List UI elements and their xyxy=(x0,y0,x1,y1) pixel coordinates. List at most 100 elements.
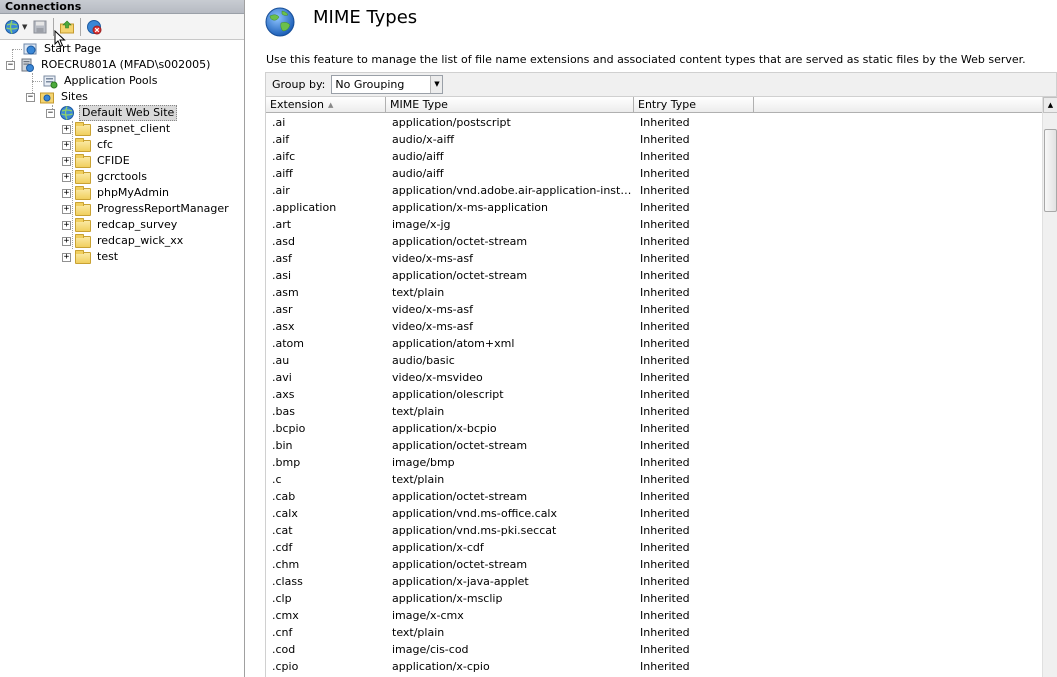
collapse-icon[interactable]: − xyxy=(26,92,35,102)
collapse-icon[interactable]: − xyxy=(46,108,55,118)
cell-extension: .avi xyxy=(272,371,292,384)
folder-icon xyxy=(75,186,91,200)
chevron-down-icon[interactable]: ▼ xyxy=(430,76,443,93)
cell-entry-type: Inherited xyxy=(640,133,690,146)
table-row[interactable]: .axs application/olescript Inherited xyxy=(266,386,1042,403)
table-row[interactable]: .cod image/cis-cod Inherited xyxy=(266,641,1042,658)
table-row[interactable]: .chm application/octet-stream Inherited xyxy=(266,556,1042,573)
cell-extension: .cmx xyxy=(272,609,299,622)
cell-extension: .cdf xyxy=(272,541,293,554)
tree-item-folder[interactable]: + ProgressReportManager xyxy=(62,201,231,217)
tree-item-folder[interactable]: + gcrctools xyxy=(62,169,149,185)
vertical-scrollbar[interactable]: ▲ xyxy=(1042,97,1057,677)
tree-item-folder[interactable]: + phpMyAdmin xyxy=(62,185,171,201)
table-row[interactable]: .class application/x-java-applet Inherited xyxy=(266,573,1042,590)
table-row[interactable]: .bmp image/bmp Inherited xyxy=(266,454,1042,471)
table-row[interactable]: .cat application/vnd.ms-pki.seccat Inherit… xyxy=(266,522,1042,539)
cell-extension: .art xyxy=(272,218,292,231)
disconnect-icon[interactable] xyxy=(84,17,104,37)
grid-header: Extension ▲ MIME Type Entry Type xyxy=(266,97,1042,113)
expand-icon[interactable]: + xyxy=(62,156,71,166)
table-row[interactable]: .aifc audio/aiff Inherited xyxy=(266,148,1042,165)
cell-entry-type: Inherited xyxy=(640,643,690,656)
table-row[interactable]: .asi application/octet-stream Inherited xyxy=(266,267,1042,284)
tree-item-server[interactable]: − ROECRU801A (MFAD\s002005) xyxy=(6,57,212,73)
table-row[interactable]: .cnf text/plain Inherited xyxy=(266,624,1042,641)
table-row[interactable]: .calx application/vnd.ms-office.calx Inher… xyxy=(266,505,1042,522)
save-icon[interactable] xyxy=(30,17,50,37)
table-row[interactable]: .ai application/postscript Inherited xyxy=(266,114,1042,131)
tree-item-folder[interactable]: + test xyxy=(62,249,120,265)
tree-item-folder[interactable]: + CFIDE xyxy=(62,153,132,169)
cell-entry-type: Inherited xyxy=(640,609,690,622)
cell-extension: .bin xyxy=(272,439,293,452)
table-row[interactable]: .bin application/octet-stream Inherited xyxy=(266,437,1042,454)
column-header-label: Extension xyxy=(270,98,325,111)
folder-icon xyxy=(75,218,91,232)
collapse-icon[interactable]: − xyxy=(6,60,15,70)
table-row[interactable]: .asf video/x-ms-asf Inherited xyxy=(266,250,1042,267)
group-by-select[interactable]: No Grouping ▼ xyxy=(331,75,444,94)
cell-entry-type: Inherited xyxy=(640,575,690,588)
expand-icon[interactable]: + xyxy=(62,124,71,134)
column-header-mime-type[interactable]: MIME Type xyxy=(386,97,634,113)
table-row[interactable]: .bas text/plain Inherited xyxy=(266,403,1042,420)
table-row[interactable]: .air application/vnd.adobe.air-applicatio… xyxy=(266,182,1042,199)
tree-item-folder[interactable]: + aspnet_client xyxy=(62,121,172,137)
expand-icon[interactable]: + xyxy=(62,172,71,182)
column-header-label: Entry Type xyxy=(638,98,697,111)
scrollbar-thumb[interactable] xyxy=(1044,129,1057,212)
table-row[interactable]: .asd application/octet-stream Inherited xyxy=(266,233,1042,250)
expand-icon[interactable]: + xyxy=(62,204,71,214)
cell-entry-type: Inherited xyxy=(640,626,690,639)
expand-icon[interactable]: + xyxy=(62,220,71,230)
tree-item-folder[interactable]: + redcap_survey xyxy=(62,217,179,233)
tree-item-default-web-site[interactable]: − Default Web Site xyxy=(46,105,178,121)
expand-icon[interactable]: + xyxy=(62,236,71,246)
table-row[interactable]: .asm text/plain Inherited xyxy=(266,284,1042,301)
cell-entry-type: Inherited xyxy=(640,235,690,248)
cell-extension: .application xyxy=(272,201,337,214)
column-header-entry-type[interactable]: Entry Type xyxy=(634,97,754,113)
table-row[interactable]: .clp application/x-msclip Inherited xyxy=(266,590,1042,607)
table-row[interactable]: .cmx image/x-cmx Inherited xyxy=(266,607,1042,624)
tree-item-label: ROECRU801A (MFAD\s002005) xyxy=(41,58,211,71)
tree-item-folder[interactable]: + redcap_wick_xx xyxy=(62,233,185,249)
table-row[interactable]: .aif audio/x-aiff Inherited xyxy=(266,131,1042,148)
cell-mime-type: application/x-java-applet xyxy=(392,575,529,588)
column-header-extension[interactable]: Extension ▲ xyxy=(266,97,386,113)
cell-entry-type: Inherited xyxy=(640,456,690,469)
table-row[interactable]: .art image/x-jg Inherited xyxy=(266,216,1042,233)
cell-mime-type: application/x-ms-application xyxy=(392,201,548,214)
tree-line xyxy=(12,49,22,50)
tree-item-sites[interactable]: − Sites xyxy=(26,89,90,105)
table-row[interactable]: .asx video/x-ms-asf Inherited xyxy=(266,318,1042,335)
table-row[interactable]: .bcpio application/x-bcpio Inherited xyxy=(266,420,1042,437)
table-row[interactable]: .avi video/x-msvideo Inherited xyxy=(266,369,1042,386)
group-by-value: No Grouping xyxy=(335,78,405,91)
table-row[interactable]: .application application/x-ms-application… xyxy=(266,199,1042,216)
table-row[interactable]: .asr video/x-ms-asf Inherited xyxy=(266,301,1042,318)
table-row[interactable]: .c text/plain Inherited xyxy=(266,471,1042,488)
tree-item-folder[interactable]: + cfc xyxy=(62,137,115,153)
table-row[interactable]: .au audio/basic Inherited xyxy=(266,352,1042,369)
cell-extension: .asr xyxy=(272,303,293,316)
tree-item-application-pools[interactable]: Application Pools xyxy=(42,73,159,89)
expand-icon[interactable]: + xyxy=(62,188,71,198)
table-row[interactable]: .cab application/octet-stream Inherited xyxy=(266,488,1042,505)
cell-extension: .asi xyxy=(272,269,292,282)
connections-pane: Connections ▼ Start Page − ROECRU801A (M… xyxy=(0,0,245,677)
column-header-label: MIME Type xyxy=(390,98,448,111)
connect-globe-icon[interactable] xyxy=(2,17,22,37)
table-row[interactable]: .cdf application/x-cdf Inherited xyxy=(266,539,1042,556)
cell-mime-type: text/plain xyxy=(392,405,445,418)
cell-extension: .bmp xyxy=(272,456,301,469)
expand-icon[interactable]: + xyxy=(62,140,71,150)
table-row[interactable]: .atom application/atom+xml Inherited xyxy=(266,335,1042,352)
chevron-down-icon[interactable]: ▼ xyxy=(22,23,27,31)
scroll-up-icon[interactable]: ▲ xyxy=(1043,97,1057,113)
table-row[interactable]: .cpio application/x-cpio Inherited xyxy=(266,658,1042,675)
expand-icon[interactable]: + xyxy=(62,252,71,262)
table-row[interactable]: .aiff audio/aiff Inherited xyxy=(266,165,1042,182)
tree-item-label: gcrctools xyxy=(97,170,147,183)
